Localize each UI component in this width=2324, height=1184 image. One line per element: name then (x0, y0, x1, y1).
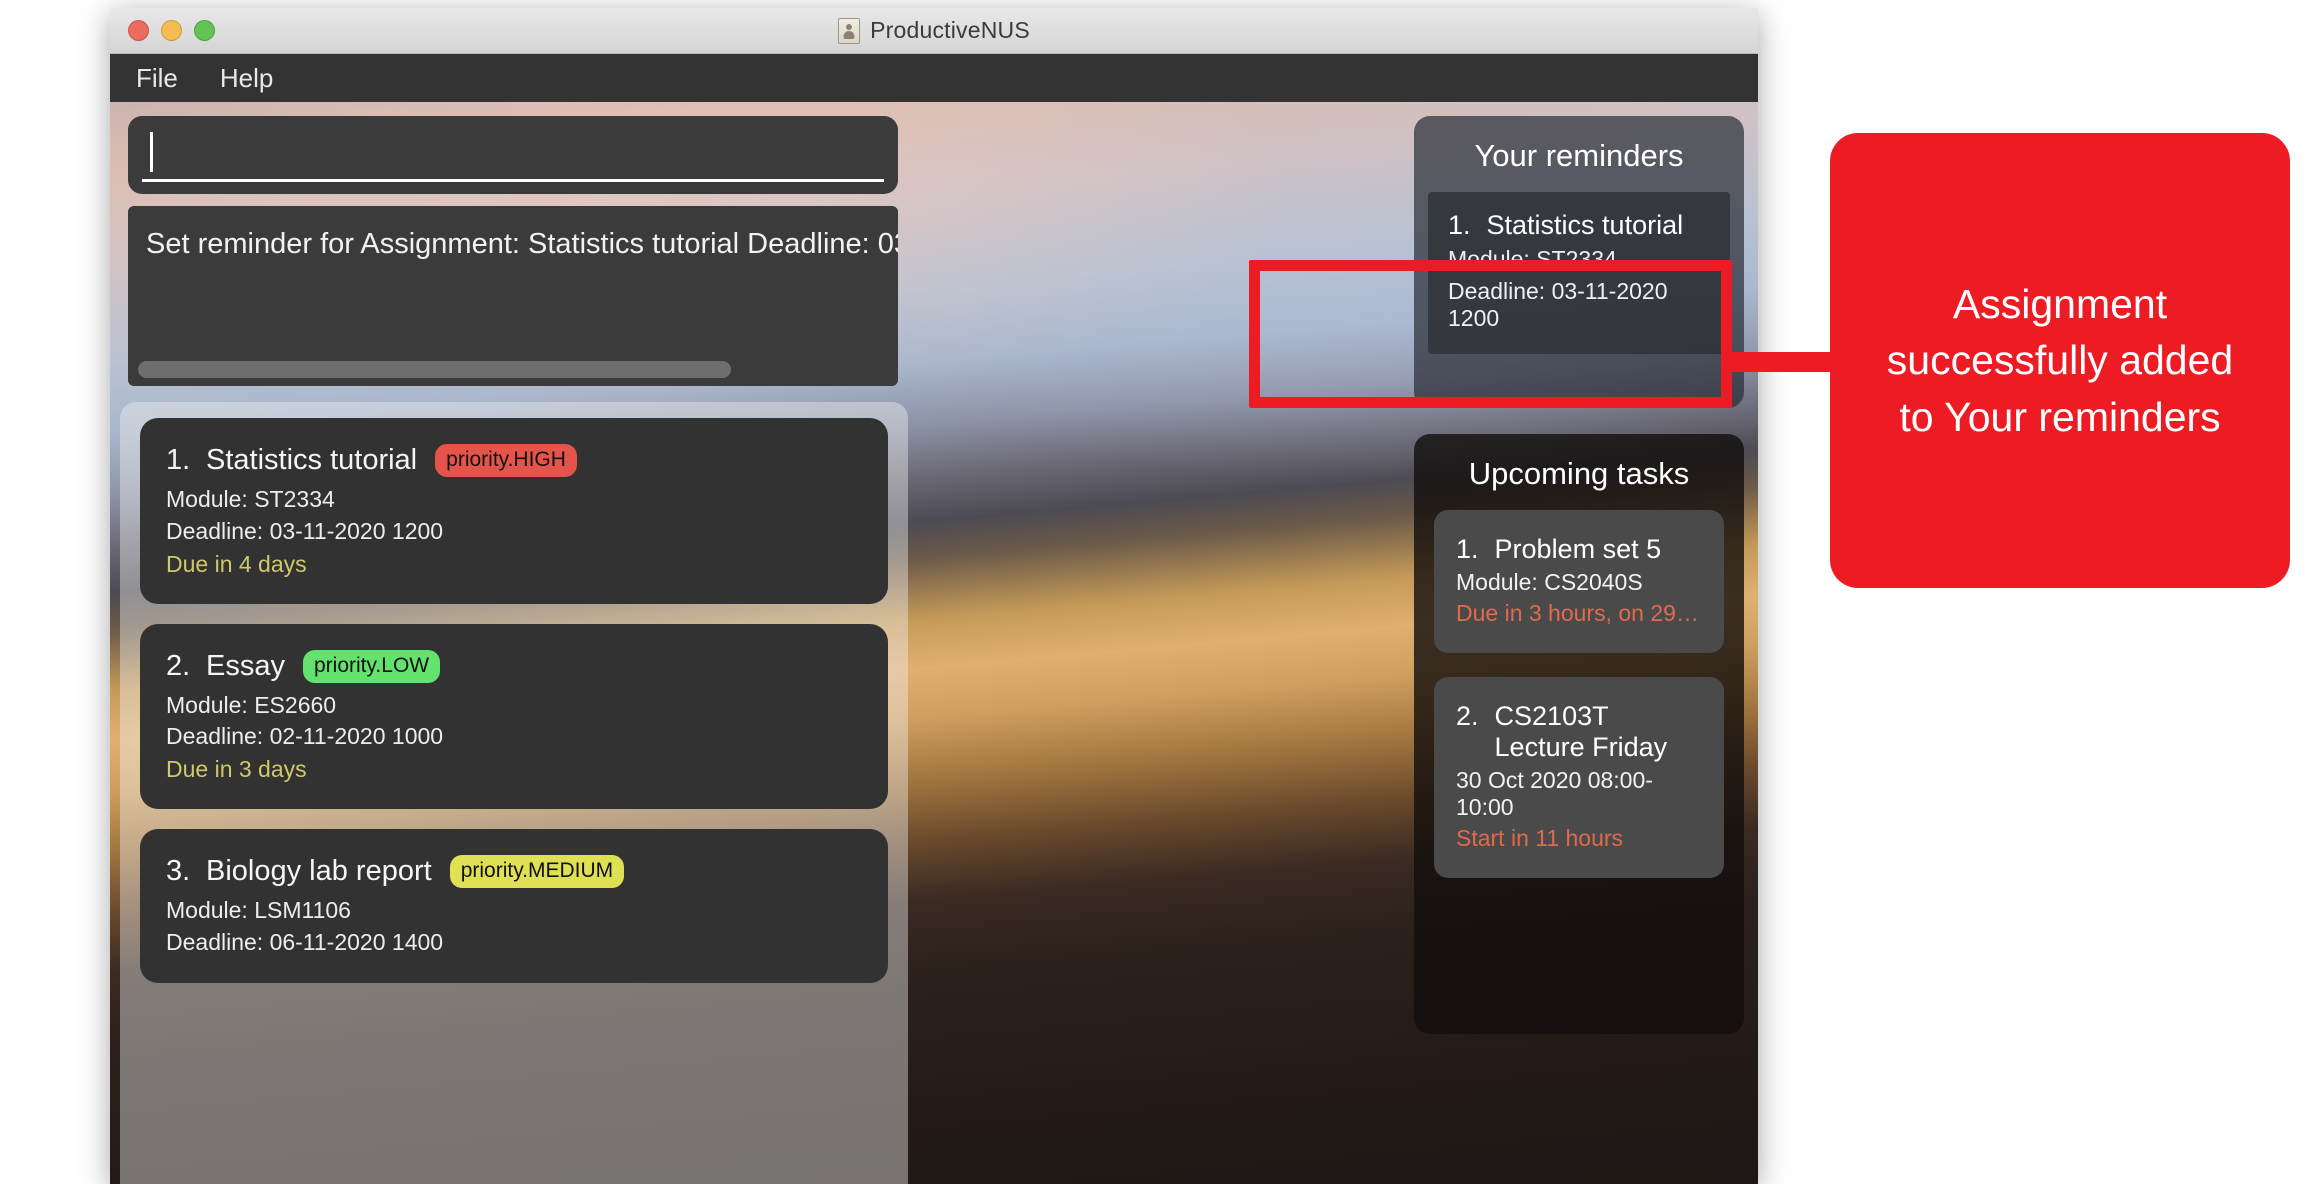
task-module: Module: ES2660 (166, 691, 337, 718)
upcoming-tasks-panel: Upcoming tasks 1. Problem set 5 Module: … (1414, 434, 1744, 1034)
left-column: Set reminder for Assignment: Statistics … (120, 116, 908, 1184)
upcoming-detail: 30 Oct 2020 08:00-10:00 (1456, 767, 1653, 820)
result-text: Set reminder for Assignment: Statistics … (146, 228, 898, 260)
priority-badge: priority.HIGH (435, 444, 577, 477)
task-title-row: 3. Biology lab report priority.MEDIUM (166, 855, 864, 888)
upcoming-heading: Upcoming tasks (1468, 456, 1690, 491)
task-name: Biology lab report (206, 855, 432, 887)
upcoming-title-row: 2. CS2103T Lecture Friday (1456, 701, 1702, 763)
upcoming-detail: Module: CS2040S (1456, 569, 1643, 595)
reminder-module: Module: ST2334 (1448, 246, 1617, 272)
task-title-row: 1. Statistics tutorial priority.HIGH (166, 444, 864, 477)
task-name: Statistics tutorial (206, 444, 418, 476)
maximize-window-button[interactable] (194, 20, 215, 41)
task-deadline: Deadline: 06-11-2020 1400 (166, 928, 444, 955)
upcoming-name: Problem set 5 (1494, 534, 1662, 564)
screenshot-root: ProductiveNUS File Help Set reminder for… (0, 0, 2324, 1184)
task-row[interactable]: 3. Biology lab report priority.MEDIUM Mo… (140, 829, 888, 983)
window-titlebar: ProductiveNUS (110, 8, 1758, 54)
task-module: Module: ST2334 (166, 486, 335, 512)
task-index: 2. (166, 649, 191, 682)
window-title: ProductiveNUS (870, 17, 1030, 43)
contact-card-icon (838, 17, 861, 44)
task-due-status: Due in 3 days (166, 756, 307, 782)
reminders-panel: Your reminders 1. Statistics tutorial Mo… (1414, 116, 1744, 408)
command-input[interactable] (128, 116, 898, 194)
upcoming-title-row: 1. Problem set 5 (1456, 534, 1702, 565)
task-row[interactable]: 1. Statistics tutorial priority.HIGH Mod… (140, 418, 888, 604)
task-index: 3. (166, 855, 191, 887)
right-column: Your reminders 1. Statistics tutorial Mo… (1414, 116, 1744, 1184)
upcoming-row[interactable]: 1. Problem set 5 Module: CS2040S Due in … (1434, 510, 1724, 653)
menu-item-file[interactable]: File (136, 63, 178, 94)
command-input-underline (142, 179, 884, 182)
upcoming-index: 2. (1456, 701, 1479, 731)
menu-bar: File Help (110, 54, 1758, 102)
app-window: ProductiveNUS File Help Set reminder for… (110, 8, 1758, 1184)
annotation-callout-text: Assignment successfully added to Your re… (1886, 280, 2234, 440)
scrollbar-thumb[interactable] (138, 361, 731, 378)
priority-badge: priority.LOW (302, 649, 441, 683)
upcoming-name: CS2103T Lecture Friday (1494, 701, 1668, 762)
assignment-list-panel[interactable]: 1. Statistics tutorial priority.HIGH Mod… (120, 402, 908, 1184)
app-body: Set reminder for Assignment: Statistics … (110, 102, 1758, 1184)
task-row[interactable]: 2. Essay priority.LOW Module: ES2660 Dea… (140, 623, 888, 809)
upcoming-row[interactable]: 2. CS2103T Lecture Friday 30 Oct 2020 08… (1434, 677, 1724, 878)
window-controls (128, 20, 215, 41)
reminder-index: 1. (1448, 210, 1471, 240)
result-horizontal-scrollbar[interactable] (138, 361, 888, 378)
result-display: Set reminder for Assignment: Statistics … (128, 206, 898, 386)
task-due-status: Due in 4 days (166, 550, 307, 577)
reminder-title-row: 1. Statistics tutorial (1448, 210, 1710, 241)
task-title-row: 2. Essay priority.LOW (166, 649, 864, 683)
close-window-button[interactable] (128, 20, 149, 41)
reminder-row[interactable]: 1. Statistics tutorial Module: ST2334 De… (1428, 192, 1730, 354)
window-title-group: ProductiveNUS (110, 17, 1758, 44)
upcoming-alert: Due in 3 hours, on 29 Oct 2020 2... (1456, 600, 1702, 626)
annotation-callout: Assignment successfully added to Your re… (1830, 133, 2290, 588)
menu-item-help[interactable]: Help (220, 63, 273, 94)
upcoming-index: 1. (1456, 534, 1479, 564)
reminder-deadline: Deadline: 03-11-2020 1200 (1448, 278, 1668, 331)
task-deadline: Deadline: 03-11-2020 1200 (166, 517, 444, 544)
minimize-window-button[interactable] (161, 20, 182, 41)
task-index: 1. (166, 444, 191, 476)
upcoming-alert: Start in 11 hours (1456, 825, 1624, 851)
task-deadline: Deadline: 02-11-2020 1000 (166, 723, 444, 750)
priority-badge: priority.MEDIUM (449, 855, 625, 888)
reminders-heading: Your reminders (1474, 138, 1684, 173)
task-module: Module: LSM1106 (166, 897, 351, 923)
text-caret (150, 132, 153, 172)
task-name: Essay (206, 649, 285, 682)
reminder-name: Statistics tutorial (1486, 210, 1684, 240)
